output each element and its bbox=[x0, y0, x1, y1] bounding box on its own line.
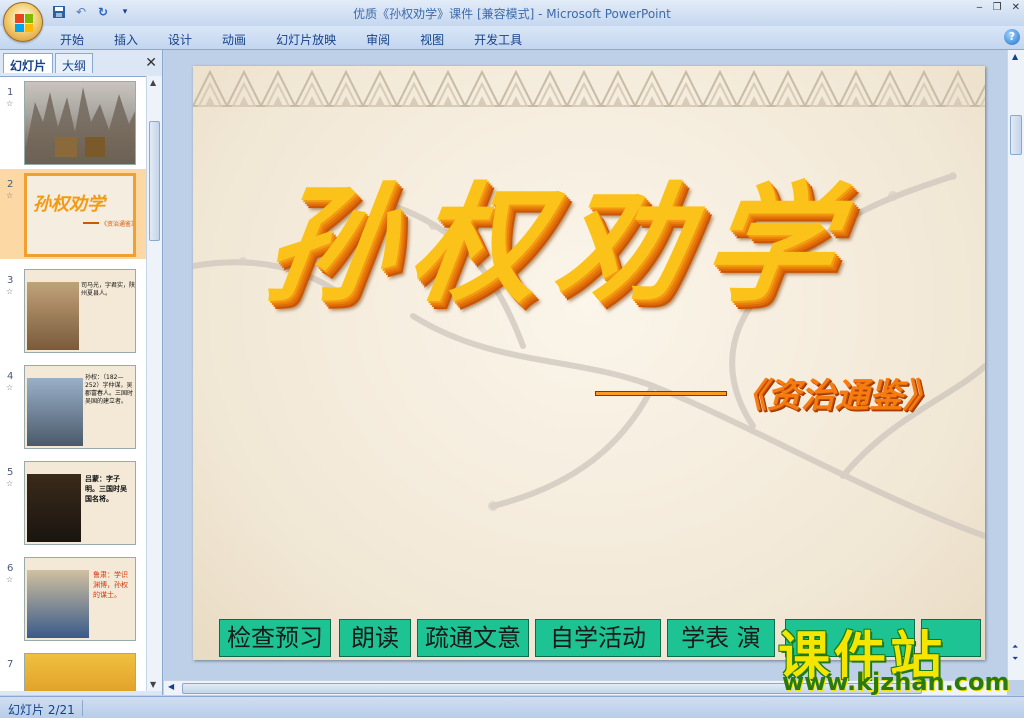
thumbnail-image bbox=[24, 653, 136, 691]
self-study-button[interactable]: 自学活动 bbox=[535, 619, 661, 657]
slide-source[interactable]: 《资治通鉴》 bbox=[733, 368, 937, 417]
animation-star-icon: ☆ bbox=[6, 287, 14, 296]
slide-thumbnail-7[interactable]: 7 bbox=[0, 649, 146, 691]
watermark-url: www.kjzhan.com bbox=[782, 668, 1010, 696]
scroll-left-icon[interactable]: ◀ bbox=[168, 682, 174, 691]
thumbnail-text: 司马光，字君实，陕州夏县人。 bbox=[81, 282, 136, 297]
slide-number: 1 bbox=[7, 87, 14, 98]
svg-text:《资治通鉴》: 《资治通鉴》 bbox=[101, 220, 133, 228]
slide-editor: 孙权劝学 《资治通鉴》 检查预习 朗读 疏通文意 自学活动 学表 演 ▲ ⏶ ⏷… bbox=[164, 50, 1024, 695]
understand-text-button[interactable]: 疏通文意 bbox=[417, 619, 529, 657]
tab-design[interactable]: 设计 bbox=[168, 31, 192, 48]
read-aloud-button[interactable]: 朗读 bbox=[339, 619, 411, 657]
scroll-thumb[interactable] bbox=[149, 121, 160, 241]
slide-number: 3 bbox=[7, 275, 14, 286]
previous-slide-icon[interactable]: ⏶ bbox=[1012, 642, 1018, 652]
close-icon[interactable]: ✕ bbox=[145, 55, 157, 71]
window-title: 优质《孙权劝学》课件 [兼容模式] - Microsoft PowerPoint bbox=[353, 7, 671, 21]
title-dash bbox=[595, 391, 727, 396]
slide-number: 5 bbox=[7, 467, 14, 478]
scroll-thumb[interactable] bbox=[1010, 115, 1022, 155]
office-button[interactable] bbox=[3, 2, 43, 42]
thumbnail-text: 鲁肃：学识渊博，孙权的谋士。 bbox=[93, 571, 128, 599]
slide-title[interactable]: 孙权劝学 bbox=[255, 141, 865, 326]
scroll-up-icon[interactable]: ▲ bbox=[150, 78, 156, 87]
slide-number: 4 bbox=[7, 371, 14, 382]
close-icon[interactable]: ✕ bbox=[1012, 2, 1020, 13]
status-divider bbox=[82, 700, 83, 716]
slide-thumbnail-1[interactable]: 1 ☆ bbox=[0, 77, 146, 167]
office-logo-icon bbox=[15, 14, 33, 32]
slide-thumbnail-3[interactable]: 3 ☆ 司马光，字君实，陕州夏县人。 bbox=[0, 265, 146, 355]
thumbnail-image: 孙权劝学 《资治通鉴》 bbox=[24, 173, 136, 257]
scroll-up-icon[interactable]: ▲ bbox=[1012, 52, 1018, 61]
slide-thumbnail-4[interactable]: 4 ☆ 孙权：（182—252）字仲谋，吴郡富春人。三国时吴国的建立者。 bbox=[0, 361, 146, 451]
help-icon[interactable]: ? bbox=[1004, 29, 1020, 45]
editor-vertical-scrollbar[interactable]: ▲ ⏶ ⏷ bbox=[1007, 50, 1024, 680]
thumbnail-scrollbar[interactable]: ▲ ▼ bbox=[146, 76, 162, 691]
ribbon: 开始 插入 设计 动画 幻灯片放映 审阅 视图 开发工具 ? bbox=[0, 26, 1024, 50]
animation-star-icon: ☆ bbox=[6, 99, 14, 108]
tab-slides[interactable]: 幻灯片 bbox=[3, 53, 54, 73]
minimize-icon[interactable]: ‒ bbox=[976, 2, 982, 13]
animation-star-icon: ☆ bbox=[6, 575, 14, 584]
thumbnail-image: 司马光，字君实，陕州夏县人。 bbox=[24, 269, 136, 353]
tab-outline[interactable]: 大纲 bbox=[55, 53, 94, 73]
performance-button[interactable]: 学表 演 bbox=[667, 619, 775, 657]
scroll-down-icon[interactable]: ▼ bbox=[150, 680, 156, 689]
thumbnail-image: 鲁肃：学识渊博，孙权的谋士。 bbox=[24, 557, 136, 641]
restore-icon[interactable]: ❐ bbox=[993, 2, 1002, 13]
window-controls: ‒ ❐ ✕ bbox=[976, 2, 1020, 13]
tab-animations[interactable]: 动画 bbox=[222, 31, 246, 48]
panel-tabs: 幻灯片 大纲 ✕ bbox=[0, 53, 163, 73]
slide-number: 2 bbox=[7, 179, 14, 190]
tab-home[interactable]: 开始 bbox=[60, 31, 84, 48]
animation-star-icon: ☆ bbox=[6, 191, 14, 200]
thumbnail-text: 孙权：（182—252）字仲谋，吴郡富春人。三国时吴国的建立者。 bbox=[85, 374, 134, 405]
thumbnail-image bbox=[24, 81, 136, 165]
next-slide-icon[interactable]: ⏷ bbox=[1012, 654, 1018, 664]
slide-canvas[interactable]: 孙权劝学 《资治通鉴》 检查预习 朗读 疏通文意 自学活动 学表 演 bbox=[193, 66, 985, 660]
tab-insert[interactable]: 插入 bbox=[114, 31, 138, 48]
slide-thumbnail-6[interactable]: 6 ☆ 鲁肃：学识渊博，孙权的谋士。 bbox=[0, 553, 146, 643]
title-bar: ↶ ↻ ▾ 优质《孙权劝学》课件 [兼容模式] - Microsoft Powe… bbox=[0, 0, 1024, 42]
slide-position: 幻灯片 2/21 bbox=[8, 703, 75, 717]
slide-thumbnails: 1 ☆ 2 ☆ 孙权劝学 《资治通鉴》 bbox=[0, 76, 146, 691]
animation-star-icon: ☆ bbox=[6, 383, 14, 392]
slide-number: 6 bbox=[7, 563, 14, 574]
slide-thumbnail-2[interactable]: 2 ☆ 孙权劝学 《资治通鉴》 bbox=[0, 169, 146, 259]
ribbon-tabs: 开始 插入 设计 动画 幻灯片放映 审阅 视图 开发工具 bbox=[60, 31, 552, 48]
slide-thumbnail-5[interactable]: 5 ☆ 吕蒙：字子明。三国时吴国名将。 bbox=[0, 457, 146, 547]
thumbnail-image: 孙权：（182—252）字仲谋，吴郡富春人。三国时吴国的建立者。 bbox=[24, 365, 136, 449]
svg-text:孙权劝学: 孙权劝学 bbox=[33, 194, 108, 215]
tab-slideshow[interactable]: 幻灯片放映 bbox=[276, 31, 336, 48]
slide-number: 7 bbox=[7, 659, 14, 670]
slides-panel: 幻灯片 大纲 ✕ 1 ☆ 2 ☆ 孙权劝学 《资治通鉴 3 ☆ 司马光，字君实，… bbox=[0, 50, 163, 695]
preview-check-button[interactable]: 检查预习 bbox=[219, 619, 331, 657]
tab-view[interactable]: 视图 bbox=[420, 31, 444, 48]
status-bar: 幻灯片 2/21 bbox=[0, 696, 1024, 718]
animation-star-icon: ☆ bbox=[6, 479, 14, 488]
tab-review[interactable]: 审阅 bbox=[366, 31, 390, 48]
tab-developer[interactable]: 开发工具 bbox=[474, 31, 522, 48]
thumbnail-text: 吕蒙：字子明。三国时吴国名将。 bbox=[85, 475, 127, 503]
thumbnail-image: 吕蒙：字子明。三国时吴国名将。 bbox=[24, 461, 136, 545]
